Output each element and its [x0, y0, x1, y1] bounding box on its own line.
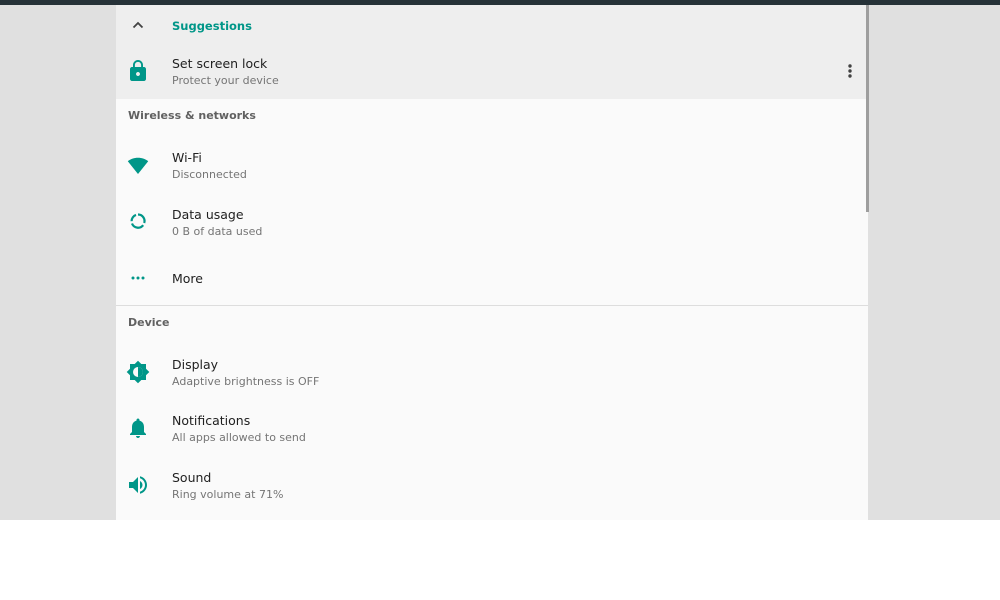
more-vert-icon[interactable] [840, 61, 860, 81]
section-divider [116, 305, 868, 306]
suggestion-title: Set screen lock [172, 56, 268, 71]
settings-item-sound[interactable]: Sound Ring volume at 71% [116, 457, 868, 513]
suggestions-header: Suggestions [172, 19, 252, 33]
sound-title: Sound [172, 470, 212, 485]
chevron-up-icon[interactable] [128, 15, 148, 35]
settings-panel: Suggestions Set screen lock Protect your… [116, 5, 868, 520]
section-header-wireless: Wireless & networks [128, 109, 256, 122]
notifications-subtitle: All apps allowed to send [172, 431, 306, 444]
settings-item-wifi[interactable]: Wi-Fi Disconnected [116, 137, 868, 193]
bell-icon [126, 416, 150, 440]
section-header-device: Device [128, 316, 170, 329]
volume-icon [126, 473, 150, 497]
more-horiz-icon [126, 266, 150, 290]
settings-item-notifications[interactable]: Notifications All apps allowed to send [116, 400, 868, 456]
brightness-icon [126, 360, 150, 384]
data-usage-icon [126, 209, 150, 233]
display-title: Display [172, 357, 219, 372]
wifi-subtitle: Disconnected [172, 168, 247, 181]
data-usage-subtitle: 0 B of data used [172, 225, 263, 238]
settings-screen: Suggestions Set screen lock Protect your… [0, 0, 1000, 520]
scrollbar[interactable] [866, 5, 869, 212]
suggestion-set-screen-lock[interactable]: Set screen lock Protect your device [116, 43, 868, 99]
suggestions-card: Suggestions Set screen lock Protect your… [116, 5, 868, 99]
wifi-icon [126, 153, 150, 177]
data-usage-title: Data usage [172, 207, 244, 222]
settings-item-data-usage[interactable]: Data usage 0 B of data used [116, 194, 868, 250]
more-title: More [172, 271, 203, 286]
suggestion-subtitle: Protect your device [172, 74, 279, 87]
lock-icon [126, 59, 150, 83]
sound-subtitle: Ring volume at 71% [172, 488, 284, 501]
notifications-title: Notifications [172, 413, 251, 428]
display-subtitle: Adaptive brightness is OFF [172, 375, 320, 388]
settings-item-display[interactable]: Display Adaptive brightness is OFF [116, 344, 868, 400]
settings-item-more[interactable]: More [116, 250, 868, 306]
wifi-title: Wi-Fi [172, 150, 202, 165]
